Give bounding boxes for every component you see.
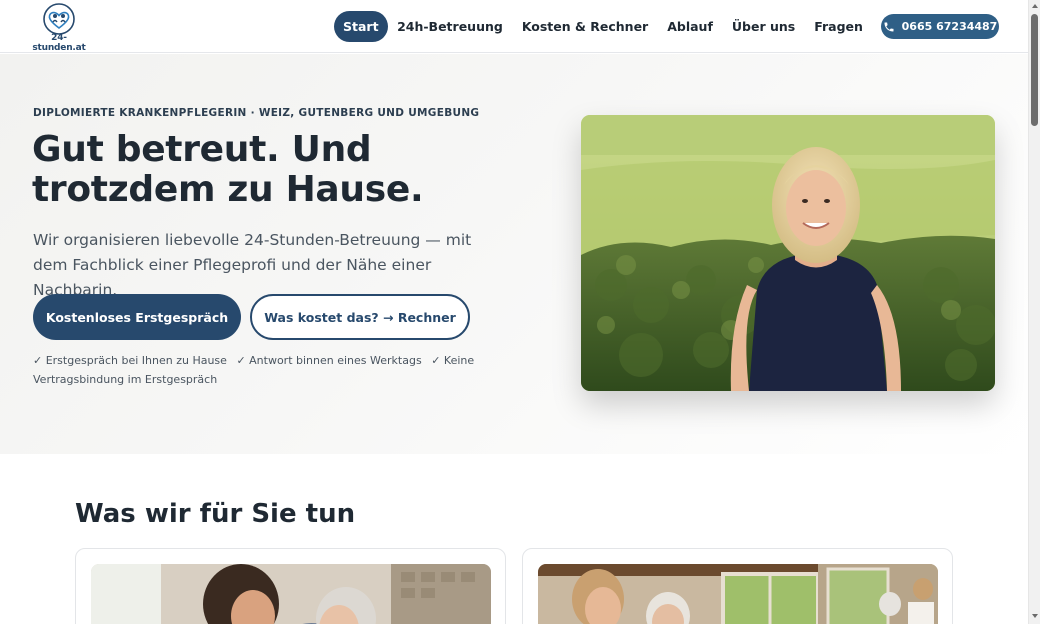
nav-fragen[interactable]: Fragen bbox=[805, 11, 873, 42]
scrollbar-thumb[interactable] bbox=[1031, 14, 1038, 126]
scroll-up-arrow-icon[interactable] bbox=[1032, 4, 1038, 8]
nav-ablauf[interactable]: Ablauf bbox=[658, 11, 723, 42]
phone-button[interactable]: 0665 67234487 bbox=[881, 14, 999, 39]
phone-icon bbox=[884, 22, 894, 31]
hero-benefits: ✓ Erstgespräch bei Ihnen zu Hause ✓ Antw… bbox=[33, 351, 483, 389]
logo[interactable]: 24-stunden.at bbox=[28, 3, 90, 53]
hero-portrait-photo bbox=[581, 115, 995, 391]
free-consultation-button[interactable]: Kostenloses Erstgespräch bbox=[33, 294, 241, 340]
main-nav: Start 24h-Betreuung Kosten & Rechner Abl… bbox=[334, 11, 947, 42]
service-card[interactable] bbox=[522, 548, 953, 624]
benefit-item: ✓ Erstgespräch bei Ihnen zu Hause bbox=[33, 354, 227, 367]
page-scrollbar[interactable] bbox=[1028, 0, 1040, 624]
service-card-image bbox=[91, 564, 491, 624]
nav-start[interactable]: Start bbox=[334, 11, 388, 42]
hero-eyebrow: DIPLOMIERTE KRANKENPFLEGERIN · WEIZ, GUT… bbox=[33, 107, 480, 119]
site-header: 24-stunden.at Start 24h-Betreuung Kosten… bbox=[0, 0, 1028, 53]
nav-24h-betreuung[interactable]: 24h-Betreuung bbox=[388, 11, 513, 42]
service-card-image bbox=[538, 564, 938, 624]
phone-number: 0665 67234487 bbox=[901, 20, 998, 33]
services-title: Was wir für Sie tun bbox=[75, 499, 356, 529]
heart-logo-icon bbox=[43, 3, 75, 35]
nav-kosten-rechner[interactable]: Kosten & Rechner bbox=[512, 11, 657, 42]
scroll-down-arrow-icon[interactable] bbox=[1032, 614, 1038, 618]
nav-ueber-uns[interactable]: Über uns bbox=[722, 11, 804, 42]
cost-calculator-button[interactable]: Was kostet das? → Rechner bbox=[250, 294, 470, 340]
hero-subtitle: Wir organisieren liebevolle 24-Stunden-B… bbox=[33, 231, 472, 299]
service-card[interactable] bbox=[75, 548, 506, 624]
benefit-item: ✓ Antwort binnen eines Werktags bbox=[236, 354, 422, 367]
logo-text: 24-stunden.at bbox=[32, 33, 86, 53]
hero-title: Gut betreut. Und trotzdem zu Hause. bbox=[32, 129, 424, 210]
